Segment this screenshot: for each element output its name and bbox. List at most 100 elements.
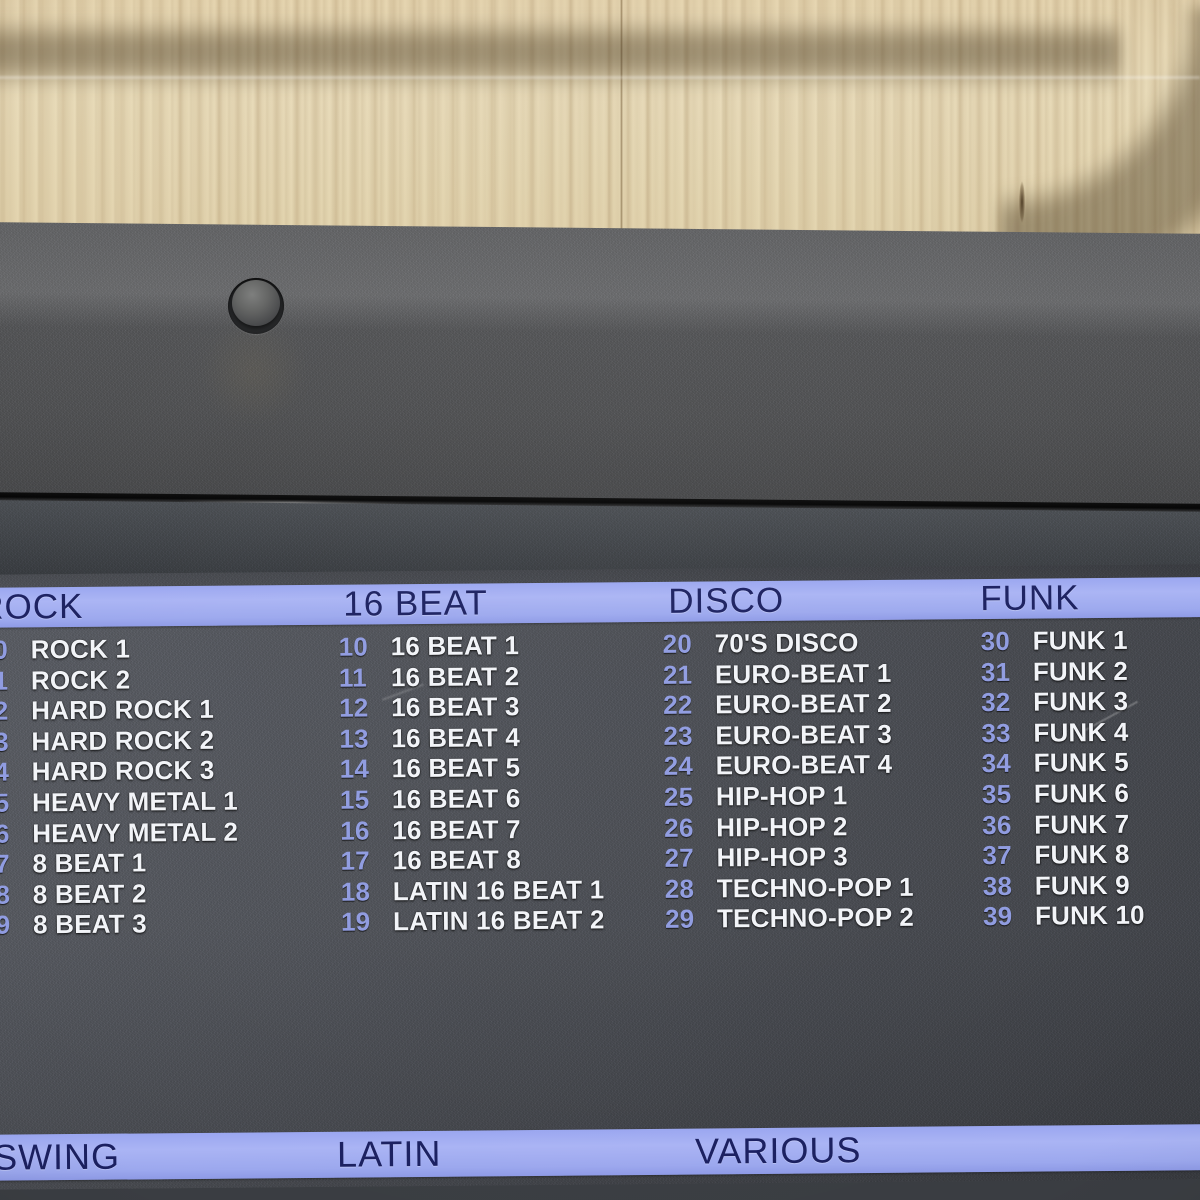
rhythm-list-item: 33 FUNK 4 — [981, 716, 1143, 748]
rhythm-index: 22 — [663, 689, 693, 721]
rhythm-name: EURO-BEAT 4 — [715, 749, 893, 781]
rhythm-name: 16 BEAT 2 — [390, 660, 520, 692]
rhythm-list-item: 23 EURO-BEAT 3 — [663, 718, 912, 751]
rhythm-index: 06 — [0, 818, 10, 849]
rhythm-name: HIP-HOP 2 — [716, 810, 848, 842]
category-label-funk: FUNK — [980, 578, 1080, 619]
rhythm-index: 10 — [338, 631, 369, 662]
rhythm-list-item: 21 EURO-BEAT 1 — [663, 657, 912, 690]
rhythm-index: 23 — [663, 720, 693, 751]
rhythm-index: 33 — [981, 717, 1011, 748]
rhythm-name: HARD ROCK 2 — [31, 724, 215, 757]
rhythm-name: 8 BEAT 1 — [32, 847, 147, 879]
rhythm-list-item: 13 16 BEAT 4 — [339, 721, 603, 754]
rhythm-name: 16 BEAT 8 — [392, 844, 522, 876]
rhythm-name: 16 BEAT 5 — [391, 752, 521, 784]
rhythm-list-item: 36 FUNK 7 — [982, 808, 1144, 840]
rhythm-index: 35 — [981, 778, 1012, 810]
rhythm-index: 34 — [981, 748, 1012, 779]
rhythm-list-item: 22 EURO-BEAT 2 — [663, 688, 912, 721]
rhythm-name: ROCK 1 — [30, 633, 131, 665]
rhythm-index: 20 — [662, 628, 693, 659]
rhythm-list-item: 01 ROCK 2 — [0, 663, 237, 696]
rhythm-index: 02 — [0, 695, 9, 727]
rhythm-index: 19 — [340, 906, 371, 938]
rhythm-list-item: 18 LATIN 16 BEAT 1 — [341, 874, 605, 907]
rhythm-list-item: 20 70'S DISCO — [662, 627, 911, 660]
rhythm-index: 26 — [664, 812, 694, 843]
rhythm-index: 08 — [0, 879, 11, 910]
rhythm-list-item: 09 8 BEAT 3 — [0, 908, 239, 941]
rhythm-index: 00 — [0, 634, 9, 665]
rhythm-list-item: 15 16 BEAT 6 — [340, 782, 604, 815]
rhythm-list-item: 19 LATIN 16 BEAT 2 — [341, 905, 605, 938]
rhythm-list-item: 02 HARD ROCK 1 — [0, 694, 237, 727]
rhythm-name: 70'S DISCO — [714, 627, 859, 659]
rhythm-column-disco: 20 70'S DISCO 21 EURO-BEAT 1 22 EURO-BEAT 2 23… — [662, 627, 914, 935]
category-label-disco: DISCO — [668, 580, 785, 621]
rhythm-name: FUNK 4 — [1033, 716, 1129, 748]
rhythm-list-item: 26 HIP-HOP 2 — [664, 810, 913, 843]
rhythm-index: 29 — [664, 903, 695, 935]
rhythm-name: FUNK 9 — [1034, 869, 1130, 901]
rhythm-list-item: 35 FUNK 6 — [982, 778, 1144, 810]
rhythm-index: 38 — [982, 870, 1013, 901]
shadow-horizontal — [0, 18, 1120, 90]
rhythm-name: FUNK 8 — [1034, 838, 1130, 870]
rhythm-name: HEAVY METAL 2 — [32, 816, 239, 848]
rhythm-index: 07 — [0, 848, 10, 879]
rhythm-index: 21 — [662, 659, 693, 690]
rhythm-index: 09 — [0, 909, 11, 941]
rhythm-name: TECHNO-POP 2 — [716, 902, 915, 934]
rhythm-list-item: 25 HIP-HOP 1 — [664, 780, 913, 813]
rhythm-list-item: 28 TECHNO-POP 1 — [665, 871, 914, 904]
rhythm-list-item: 31 FUNK 2 — [981, 655, 1143, 687]
upper-panel-shading — [0, 222, 1200, 525]
rhythm-list-item: 00 ROCK 1 — [0, 633, 237, 666]
rhythm-list-item: 04 HARD ROCK 3 — [0, 755, 238, 788]
rhythm-index: 36 — [982, 809, 1012, 840]
keyboard-upper-panel — [0, 222, 1200, 525]
category-label-latin: LATIN — [336, 1132, 442, 1175]
rhythm-name: HIP-HOP 1 — [715, 780, 848, 812]
rhythm-name: EURO-BEAT 3 — [715, 718, 893, 751]
rhythm-name: 16 BEAT 1 — [390, 630, 520, 662]
rhythm-index: 04 — [0, 756, 10, 788]
rhythm-list-item: 30 FUNK 1 — [980, 625, 1142, 657]
glass-edge-highlight — [0, 76, 1200, 79]
rhythm-name: LATIN 16 BEAT 2 — [392, 904, 605, 937]
rhythm-list-item: 06 HEAVY METAL 2 — [0, 816, 238, 849]
rhythm-name: FUNK 3 — [1033, 685, 1129, 717]
rhythm-index: 28 — [664, 873, 695, 904]
rhythm-index: 14 — [339, 753, 370, 785]
rhythm-index: 27 — [664, 842, 694, 874]
wood-table-surface — [0, 0, 1200, 258]
rhythm-list-item: 27 HIP-HOP 3 — [664, 841, 913, 874]
rhythm-name: FUNK 6 — [1033, 777, 1130, 809]
rhythm-index: 30 — [980, 625, 1011, 657]
rhythm-name: EURO-BEAT 2 — [715, 688, 892, 720]
rhythm-name: 16 BEAT 4 — [391, 721, 521, 754]
shadow-corner — [1000, 8, 1200, 258]
rhythm-column-funk: 30 FUNK 1 31 FUNK 2 32 FUNK 3 33 FUNK 4 34 FUNK 5… — [980, 625, 1144, 932]
rhythm-name: 16 BEAT 6 — [391, 783, 521, 815]
rhythm-style-list-plate: ROCK 16 BEAT DISCO FUNK SWING LATIN VARIOUS 0… — [0, 563, 1200, 1190]
rhythm-name: HIP-HOP 3 — [716, 841, 848, 873]
rhythm-list-item: 37 FUNK 8 — [982, 839, 1144, 871]
rhythm-list-item: 34 FUNK 5 — [982, 747, 1144, 779]
rhythm-name: EURO-BEAT 1 — [714, 657, 892, 690]
rhythm-name: 16 BEAT 3 — [391, 691, 520, 723]
category-label-swing: SWING — [0, 1135, 121, 1178]
rhythm-list-item: 03 HARD ROCK 2 — [0, 724, 237, 757]
rhythm-name: FUNK 1 — [1032, 624, 1128, 656]
rhythm-index: 24 — [663, 750, 694, 782]
rhythm-list-item: 24 EURO-BEAT 4 — [664, 749, 913, 782]
rhythm-index: 25 — [663, 781, 694, 812]
rhythm-list-item: 32 FUNK 3 — [981, 686, 1143, 718]
rhythm-index: 18 — [340, 876, 371, 907]
rhythm-list-item: 38 FUNK 9 — [983, 869, 1145, 901]
rhythm-index: 11 — [338, 662, 367, 693]
rhythm-name: HARD ROCK 3 — [31, 755, 215, 787]
rhythm-list-item: 11 16 BEAT 2 — [339, 660, 603, 693]
rhythm-list-item: 29 TECHNO-POP 2 — [665, 902, 914, 935]
